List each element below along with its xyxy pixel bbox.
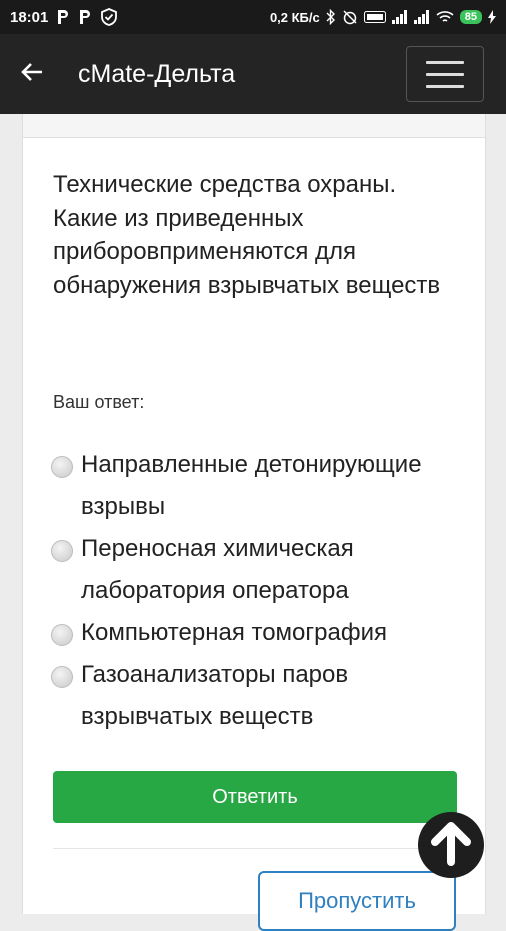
answer-option[interactable]: Газоанализаторы паров взрывчатых веществ — [51, 654, 461, 738]
radio-button[interactable] — [51, 624, 73, 646]
p-app-icon — [56, 9, 70, 25]
hamburger-icon-bar — [426, 84, 464, 88]
back-button[interactable] — [0, 34, 64, 114]
app-bar: сMate-Дельта — [0, 34, 506, 114]
answer-option-label: Направленные детонирующие взрывы — [81, 451, 422, 520]
status-time: 18:01 — [10, 8, 49, 26]
alarm-off-icon — [342, 9, 358, 25]
answer-option[interactable]: Направленные детонирующие взрывы — [51, 444, 461, 528]
arrow-up-icon — [430, 820, 472, 871]
radio-button[interactable] — [51, 456, 73, 478]
answer-options: Направленные детонирующие взрывы Перенос… — [51, 444, 461, 738]
card-header-strip — [23, 114, 485, 138]
hamburger-icon-bar — [426, 72, 464, 76]
radio-button[interactable] — [51, 666, 73, 688]
answer-option[interactable]: Компьютерная томография — [51, 612, 461, 654]
wifi-icon — [436, 10, 454, 24]
charging-icon — [488, 10, 496, 24]
battery-indicator: 85 — [459, 10, 482, 24]
status-bar: 18:01 0,2 КБ/с 85 — [0, 0, 506, 34]
hamburger-icon-bar — [426, 60, 464, 64]
answer-option-label: Газоанализаторы паров взрывчатых веществ — [81, 661, 349, 730]
bluetooth-icon — [326, 9, 336, 25]
shield-icon — [100, 8, 118, 26]
answer-option[interactable]: Переносная химическая лаборатория операт… — [51, 528, 461, 612]
signal-icon — [391, 10, 408, 24]
arrow-left-icon — [20, 62, 44, 87]
network-speed: 0,2 КБ/с — [269, 9, 320, 25]
app-title: сMate-Дельта — [78, 59, 236, 88]
answer-label: Ваш ответ: — [53, 392, 145, 412]
question-card: Технические средства охраны. Какие из пр… — [22, 114, 486, 931]
divider — [53, 848, 457, 849]
scroll-to-top-button[interactable] — [418, 812, 484, 878]
answer-option-label: Компьютерная томография — [81, 619, 387, 646]
skip-button[interactable]: Пропустить — [258, 871, 456, 931]
volte-icon — [363, 11, 386, 23]
submit-answer-button[interactable]: Ответить — [53, 771, 457, 823]
p-app-icon — [78, 9, 92, 25]
question-text: Технические средства охраны. Какие из пр… — [53, 171, 441, 299]
answer-option-label: Переносная химическая лаборатория операт… — [81, 535, 354, 604]
radio-button[interactable] — [51, 540, 73, 562]
signal-icon — [413, 10, 430, 24]
menu-button[interactable] — [406, 46, 484, 102]
